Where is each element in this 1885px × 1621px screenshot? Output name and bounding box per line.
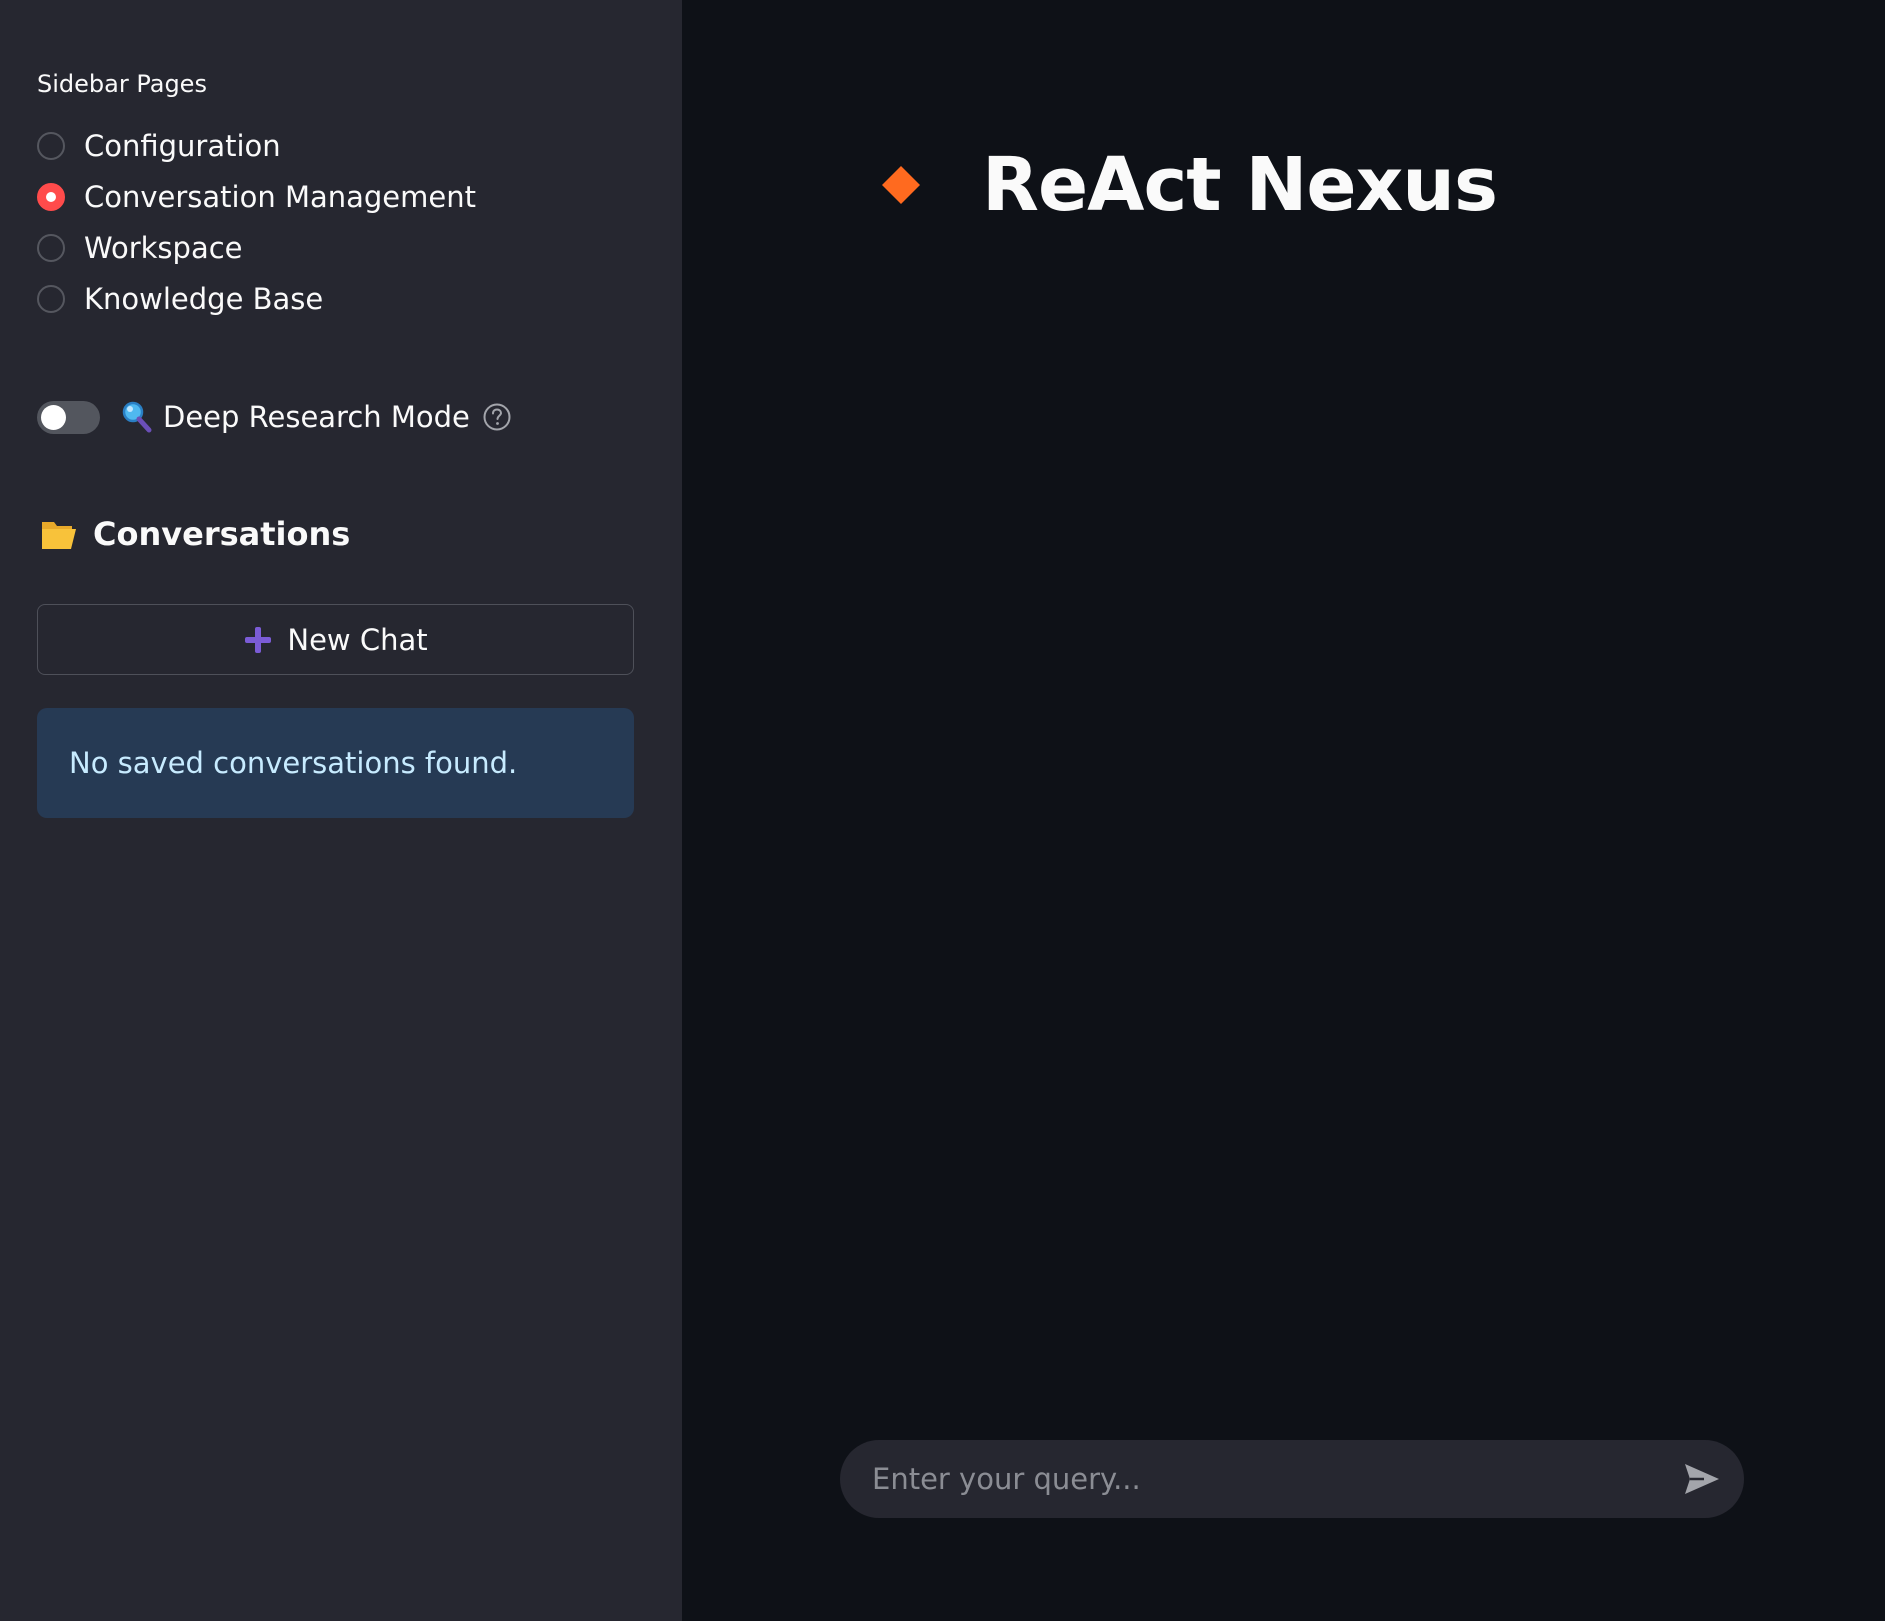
radio-button-unchecked[interactable] xyxy=(37,131,65,160)
empty-conversations-message: No saved conversations found. xyxy=(69,746,518,780)
new-chat-label: New Chat xyxy=(287,622,428,657)
radio-button-unchecked[interactable] xyxy=(37,284,65,313)
sidebar: Sidebar Pages Configuration Conversation… xyxy=(0,0,682,1621)
radio-option-label: Conversation Management xyxy=(84,179,476,214)
page-title: ReAct Nexus xyxy=(982,142,1498,228)
chat-input[interactable] xyxy=(872,1440,1632,1518)
radio-option-conversation-management[interactable]: Conversation Management xyxy=(37,171,476,222)
toggle-knob xyxy=(41,404,66,430)
deep-research-toggle[interactable] xyxy=(37,400,100,434)
app-window: Sidebar Pages Configuration Conversation… xyxy=(0,0,1885,1621)
magnifying-glass-icon xyxy=(122,401,152,433)
radio-option-label: Configuration xyxy=(84,128,281,163)
empty-conversations-alert: No saved conversations found. xyxy=(37,708,634,818)
radio-option-knowledge-base[interactable]: Knowledge Base xyxy=(37,273,476,324)
orange-diamond-icon xyxy=(882,166,920,204)
main-content xyxy=(682,0,1885,1621)
sidebar-pages-radio-group: Configuration Conversation Management Wo… xyxy=(37,120,476,324)
radio-option-label: Workspace xyxy=(84,230,243,265)
deep-research-label: Deep Research Mode xyxy=(163,400,470,434)
page-title-row: ReAct Nexus xyxy=(880,140,1498,230)
radio-option-label: Knowledge Base xyxy=(84,281,324,316)
question-circle-icon[interactable] xyxy=(482,402,512,432)
send-arrow-icon[interactable] xyxy=(1682,1459,1722,1499)
radio-option-workspace[interactable]: Workspace xyxy=(37,222,476,273)
open-folder-icon xyxy=(42,522,76,549)
conversations-title: Conversations xyxy=(93,515,351,553)
radio-option-configuration[interactable]: Configuration xyxy=(37,120,476,171)
conversations-header: Conversations xyxy=(40,512,350,556)
plus-icon xyxy=(245,626,272,653)
new-chat-button[interactable]: New Chat xyxy=(37,604,634,675)
chat-input-container xyxy=(840,1440,1744,1518)
sidebar-pages-label: Sidebar Pages xyxy=(37,70,207,98)
radio-button-checked[interactable] xyxy=(37,182,65,211)
deep-research-toggle-row: Deep Research Mode xyxy=(37,398,512,436)
radio-button-unchecked[interactable] xyxy=(37,233,65,262)
